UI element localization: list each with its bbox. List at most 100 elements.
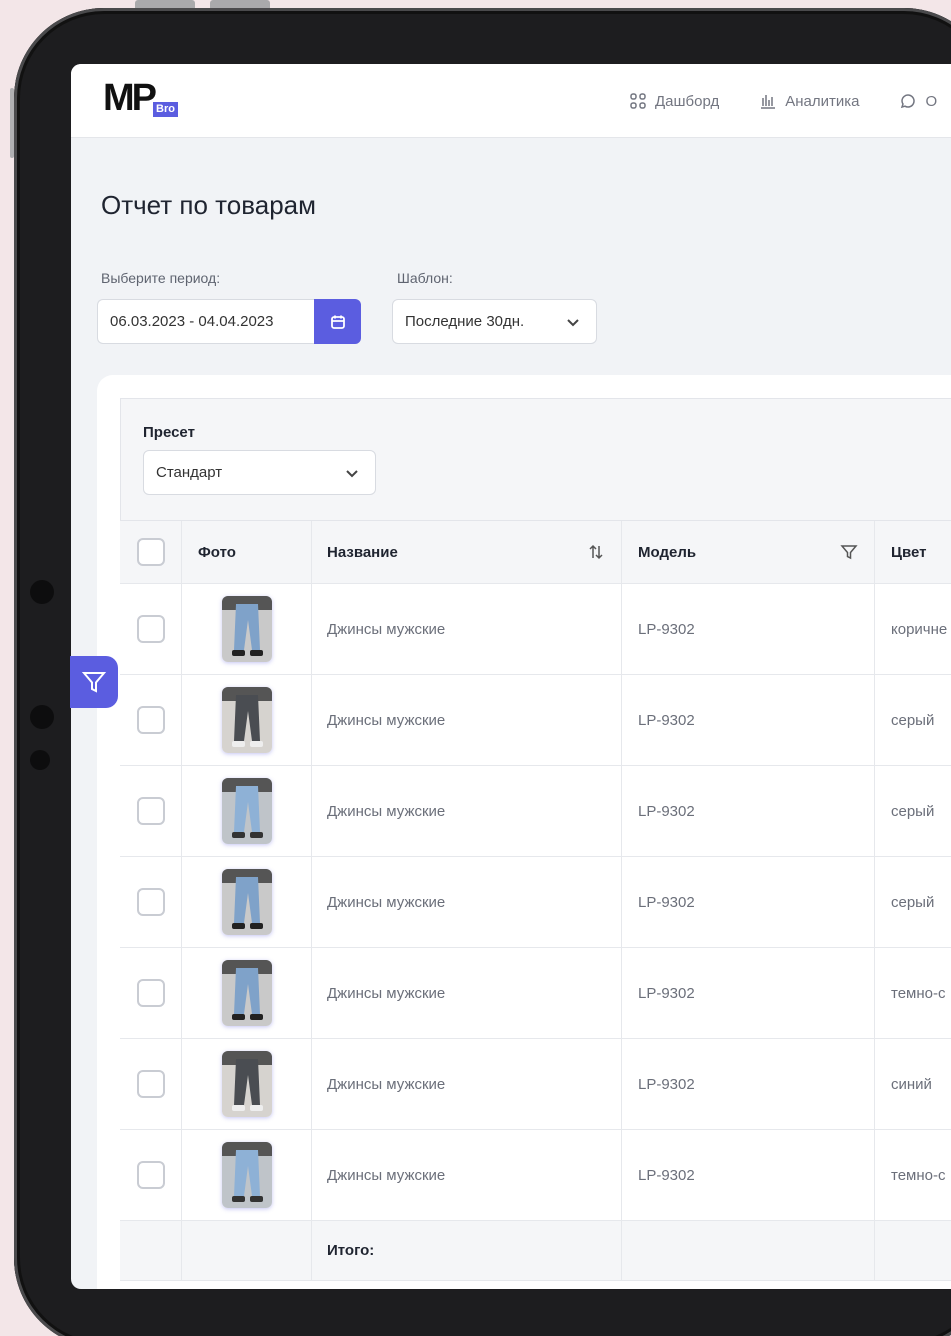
product-photo[interactable] [221,596,272,662]
nav-item-label: Дашборд [655,92,720,110]
product-photo[interactable] [221,869,272,935]
total-empty-cell [875,1221,951,1280]
product-photo[interactable] [221,687,272,753]
template-label: Шаблон: [397,270,453,286]
model-cell: LP-9302 [622,948,875,1038]
product-photo[interactable] [221,960,272,1026]
header-model[interactable]: Модель [622,521,875,583]
side-dot [30,705,54,729]
photo-cell [182,675,312,765]
main-nav: Дашборд Аналитика О [629,64,937,138]
model-cell: LP-9302 [622,1130,875,1220]
product-photo[interactable] [221,778,272,844]
row-select-cell [120,1130,182,1220]
total-empty-cell [120,1221,182,1280]
chevron-down-icon [345,466,359,480]
product-photo[interactable] [221,1051,272,1117]
name-cell: Джинсы мужские [312,675,622,765]
template-select[interactable]: Последние 30дн. [392,299,597,344]
page-title: Отчет по товарам [101,190,317,220]
chat-icon [901,94,916,109]
header-name[interactable]: Название [312,521,622,583]
header-name-label: Название [327,543,398,561]
template-select-value: Последние 30дн. [405,313,525,330]
color-cell: коричне [891,620,948,638]
calendar-icon [330,315,345,329]
volume-button [210,0,270,8]
table-row[interactable]: Джинсы мужские LP-9302 серый [120,675,951,766]
calendar-button[interactable] [314,299,361,344]
name-cell: Джинсы мужские [312,857,622,947]
name-cell: Джинсы мужские [312,1039,622,1129]
model-cell: LP-9302 [622,584,875,674]
table-row[interactable]: Джинсы мужские LP-9302 серый [120,766,951,857]
preset-select-value: Стандарт [156,464,223,481]
photo-cell [182,584,312,674]
row-checkbox[interactable] [136,797,165,825]
total-row: Итого: [120,1221,951,1281]
app-screen: MP Bro Дашборд Аналитика О Отчет по това… [71,64,951,1289]
table-row[interactable]: Джинсы мужские LP-9302 темно-с [120,1130,951,1221]
nav-item-label: О [925,92,938,110]
name-cell: Джинсы мужские [312,1130,622,1220]
color-cell: синий [891,1075,932,1093]
row-checkbox[interactable] [136,1161,165,1189]
app-header: MP Bro Дашборд Аналитика О [71,64,951,138]
dashboard-grid-icon [630,93,646,109]
nav-item-analytics[interactable]: Аналитика [759,92,859,110]
volume-button [135,0,195,8]
photo-cell [182,766,312,856]
row-checkbox[interactable] [136,979,165,1007]
color-cell: темно-с [891,1166,946,1184]
header-color: Цвет [891,543,927,561]
side-button [10,88,14,158]
filter-icon[interactable] [840,543,858,561]
row-checkbox[interactable] [136,888,165,916]
table-row[interactable]: Джинсы мужские LP-9302 синий [120,1039,951,1130]
table-row[interactable]: Джинсы мужские LP-9302 коричне [120,584,951,675]
row-select-cell [120,766,182,856]
logo-text: MP [103,77,157,119]
row-checkbox[interactable] [136,615,165,643]
row-select-cell [120,675,182,765]
row-checkbox[interactable] [136,1070,165,1098]
preset-select[interactable]: Стандарт [143,450,376,495]
header-photo: Фото [182,521,312,583]
preset-label: Пресет [143,424,195,441]
model-cell: LP-9302 [622,766,875,856]
filter-panel-button[interactable] [70,656,118,708]
row-select-cell [120,857,182,947]
sort-icon[interactable] [587,543,605,561]
name-cell: Джинсы мужские [312,584,622,674]
period-input[interactable]: 06.03.2023 - 04.04.2023 [97,299,315,344]
table-row[interactable]: Джинсы мужские LP-9302 темно-с [120,948,951,1039]
name-cell: Джинсы мужские [312,766,622,856]
photo-cell [182,857,312,947]
total-empty-cell [622,1221,875,1280]
bar-chart-icon [761,95,776,109]
nav-item-chat[interactable]: О [899,92,937,110]
select-all-checkbox[interactable] [136,538,165,566]
period-label: Выберите период: [101,270,221,286]
logo-badge: Bro [153,102,178,117]
header-model-label: Модель [638,543,697,561]
product-photo[interactable] [221,1142,272,1208]
side-dot [30,580,54,604]
name-cell: Джинсы мужские [312,948,622,1038]
filter-icon [81,672,107,693]
nav-item-dashboard[interactable]: Дашборд [629,92,719,110]
table-row[interactable]: Джинсы мужские LP-9302 серый [120,857,951,948]
total-label: Итого: [312,1221,622,1280]
model-cell: LP-9302 [622,1039,875,1129]
row-checkbox[interactable] [136,706,165,734]
photo-cell [182,1039,312,1129]
nav-item-label: Аналитика [785,92,860,110]
total-empty-cell [182,1221,312,1280]
color-cell: серый [891,893,935,911]
side-dot [30,750,50,770]
header-select-cell [120,521,182,583]
photo-cell [182,1130,312,1220]
logo[interactable]: MP Bro [103,78,193,122]
color-cell: серый [891,802,935,820]
model-cell: LP-9302 [622,857,875,947]
